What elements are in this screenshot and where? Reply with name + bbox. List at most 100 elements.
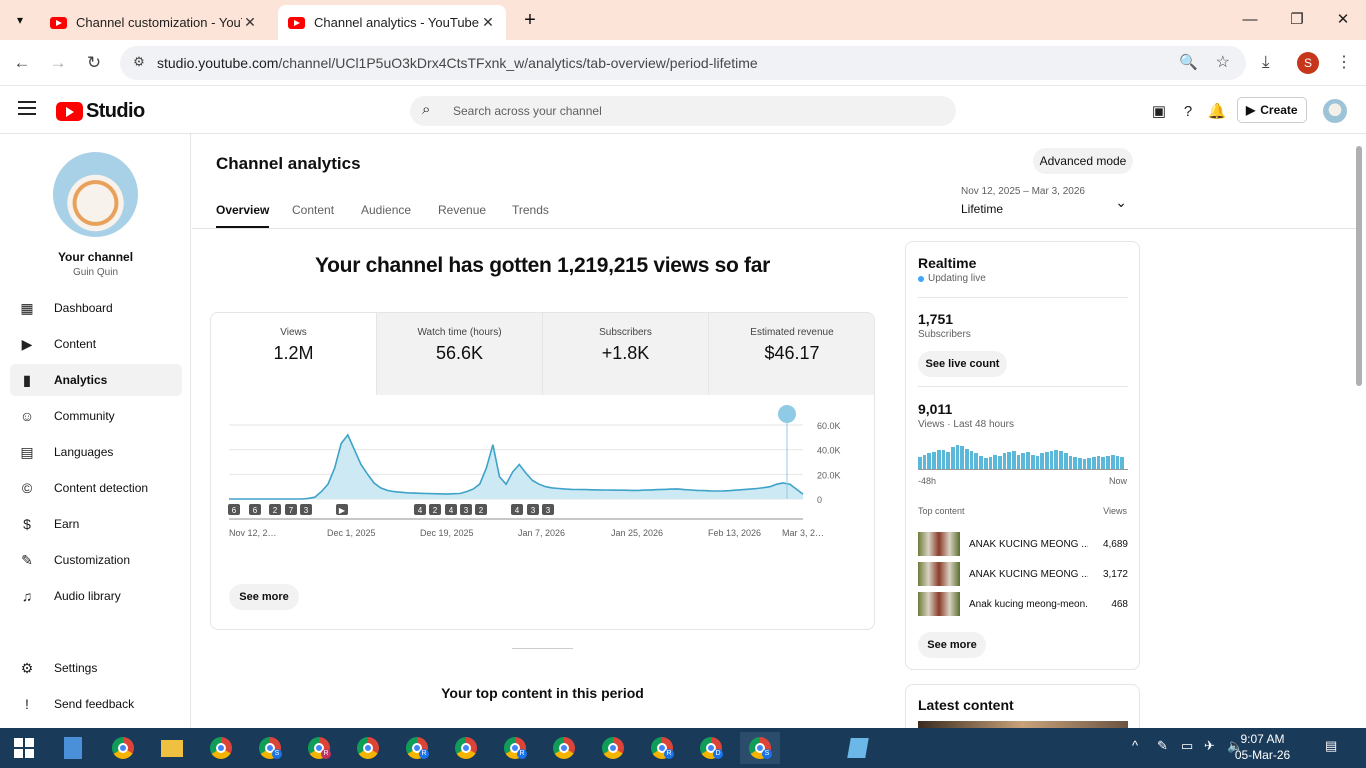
chrome-icon bbox=[112, 737, 134, 759]
close-tab-icon[interactable]: ✕ bbox=[480, 14, 496, 31]
sidebar-item-audio-library[interactable]: ♫ Audio library bbox=[10, 580, 182, 612]
latest-content-title: Latest content bbox=[918, 697, 1014, 713]
sidebar-item-languages[interactable]: ▤ Languages bbox=[10, 436, 182, 468]
sidebar-item-feedback[interactable]: ! Send feedback bbox=[10, 688, 182, 720]
sidebar-item-analytics[interactable]: ▮ Analytics bbox=[10, 364, 182, 396]
reload-button[interactable]: ↻ bbox=[82, 51, 106, 75]
chrome-taskbar-icon[interactable]: S bbox=[740, 732, 780, 764]
file-explorer-icon[interactable] bbox=[152, 732, 192, 764]
sidebar-item-dashboard[interactable]: ▦ Dashboard bbox=[10, 292, 182, 324]
show-hidden-icons-icon[interactable]: ^ bbox=[1132, 738, 1138, 753]
search-input[interactable]: ⌕ Search across your channel bbox=[410, 96, 956, 126]
advanced-mode-button[interactable]: Advanced mode bbox=[1033, 148, 1133, 174]
battery-icon[interactable]: ▭ bbox=[1181, 738, 1193, 754]
chrome-taskbar-icon[interactable] bbox=[103, 732, 143, 764]
chrome-taskbar-icon[interactable] bbox=[348, 732, 388, 764]
profile-avatar[interactable]: S bbox=[1297, 52, 1319, 74]
network-icon[interactable]: ✈ bbox=[1204, 738, 1215, 754]
site-info-icon[interactable]: ⚙ bbox=[130, 54, 148, 72]
see-more-button[interactable]: See more bbox=[229, 584, 299, 610]
realtime-axis bbox=[918, 469, 1128, 470]
scrollbar[interactable] bbox=[1356, 146, 1362, 386]
video-marker-label: 3 bbox=[546, 506, 551, 515]
sidebar-item-community[interactable]: ☺ Community bbox=[10, 400, 182, 432]
period-selector[interactable]: Nov 12, 2025 – Mar 3, 2026 Lifetime ⌄ bbox=[961, 186, 1133, 216]
realtime-bar bbox=[1068, 455, 1073, 469]
views-chart[interactable]: 60.0K 40.0K 20.0K 0 6 6 2 7 3 ▶ 4 2 4 3 2 4 3 3 Nov 12, 2…… bbox=[211, 395, 874, 585]
sidebar-item-content[interactable]: ▶ Content bbox=[10, 328, 182, 360]
x-tick-label: Jan 25, 2026 bbox=[611, 528, 663, 538]
realtime-views-bars[interactable] bbox=[918, 445, 1124, 469]
menu-icon[interactable] bbox=[18, 101, 36, 115]
pen-icon[interactable]: ✎ bbox=[1157, 738, 1168, 754]
tab-audience[interactable]: Audience bbox=[361, 203, 411, 217]
realtime-bar bbox=[1092, 457, 1096, 469]
studio-logo[interactable]: Studio bbox=[56, 100, 145, 123]
taskbar-clock[interactable]: 9:07 AM 05-Mar-26 bbox=[1225, 731, 1300, 763]
live-dot-icon bbox=[918, 275, 924, 282]
tab-overview[interactable]: Overview bbox=[216, 203, 270, 228]
minimize-button[interactable]: — bbox=[1235, 8, 1265, 32]
chrome-taskbar-icon[interactable]: R bbox=[299, 732, 339, 764]
downloads-icon[interactable]: ⤓ bbox=[1262, 52, 1270, 72]
forward-button[interactable]: → bbox=[46, 51, 70, 75]
notifications-icon[interactable]: 🔔 bbox=[1207, 102, 1227, 122]
browser-tab-customization[interactable]: Channel customization - YouTube Studio ✕ bbox=[40, 5, 268, 40]
see-live-count-button[interactable]: See live count bbox=[918, 351, 1007, 377]
list-item[interactable]: Anak kucing meong-meon... 468 bbox=[918, 592, 1128, 616]
realtime-bar bbox=[1073, 457, 1077, 469]
chrome-taskbar-icon[interactable]: R bbox=[397, 732, 437, 764]
channel-title[interactable]: Your channel bbox=[0, 250, 191, 264]
list-item[interactable]: ANAK KUCING MEONG ... 3,172 bbox=[918, 562, 1128, 586]
browser-menu-icon[interactable]: ⋮ bbox=[1336, 52, 1352, 72]
help-icon[interactable]: ? bbox=[1178, 102, 1198, 122]
chrome-taskbar-icon[interactable] bbox=[446, 732, 486, 764]
sidebar-item-settings[interactable]: ⚙ Settings bbox=[10, 652, 182, 684]
chrome-taskbar-icon[interactable] bbox=[201, 732, 241, 764]
sidebar-item-content-detection[interactable]: © Content detection bbox=[10, 472, 182, 504]
views-column-label: Views bbox=[1103, 506, 1127, 516]
metric-subscribers[interactable]: Subscribers +1.8K bbox=[543, 313, 709, 395]
chrome-taskbar-icon[interactable]: R bbox=[642, 732, 682, 764]
tab-content[interactable]: Content bbox=[292, 203, 334, 217]
chrome-taskbar-icon[interactable] bbox=[593, 732, 633, 764]
url-path: /channel/UCl1P5uO3kDrx4CtsTFxnk_w/analyt… bbox=[278, 55, 758, 71]
profile-badge: R bbox=[664, 749, 674, 759]
video-marker-label: 4 bbox=[515, 506, 520, 515]
metric-views[interactable]: Views 1.2M bbox=[211, 313, 377, 395]
tab-trends[interactable]: Trends bbox=[512, 203, 549, 217]
close-window-button[interactable]: ✕ bbox=[1328, 8, 1358, 32]
account-avatar[interactable] bbox=[1323, 99, 1347, 123]
new-tab-button[interactable]: + bbox=[518, 8, 542, 32]
chrome-taskbar-icon[interactable]: R bbox=[495, 732, 535, 764]
bookmark-star-icon[interactable]: ☆ bbox=[1216, 52, 1230, 72]
metric-watch-time[interactable]: Watch time (hours) 56.6K bbox=[377, 313, 543, 395]
realtime-see-more-button[interactable]: See more bbox=[918, 632, 986, 658]
back-button[interactable]: ← bbox=[10, 51, 34, 75]
list-item[interactable]: ANAK KUCING MEONG ... 4,689 bbox=[918, 532, 1128, 556]
tab-revenue[interactable]: Revenue bbox=[438, 203, 486, 217]
create-button[interactable]: ▶ Create bbox=[1237, 97, 1307, 123]
zoom-icon[interactable]: 🔍 bbox=[1179, 53, 1198, 71]
chrome-taskbar-icon[interactable]: D bbox=[691, 732, 731, 764]
chrome-taskbar-icon[interactable] bbox=[544, 732, 584, 764]
notes-app-icon[interactable] bbox=[838, 732, 878, 764]
tab-search-button[interactable]: ▾ bbox=[8, 8, 32, 32]
realtime-card: Realtime Updating live 1,751 Subscribers… bbox=[905, 241, 1140, 670]
sidebar-item-customization[interactable]: ✎ Customization bbox=[10, 544, 182, 576]
sidebar-item-earn[interactable]: $ Earn bbox=[10, 508, 182, 540]
notifications-center-icon[interactable]: ▤ bbox=[1325, 738, 1337, 754]
channel-avatar[interactable] bbox=[53, 152, 138, 237]
views-headline: Your channel has gotten 1,219,215 views … bbox=[315, 254, 770, 277]
close-tab-icon[interactable]: ✕ bbox=[242, 14, 258, 31]
windows-start-icon[interactable] bbox=[14, 738, 34, 758]
calculator-icon[interactable] bbox=[53, 732, 93, 764]
browser-tab-analytics[interactable]: Channel analytics - YouTube Studio ✕ bbox=[278, 5, 506, 40]
chrome-taskbar-icon[interactable]: S bbox=[250, 732, 290, 764]
metric-revenue[interactable]: Estimated revenue $46.17 bbox=[709, 313, 874, 395]
message-icon[interactable]: ▣ bbox=[1149, 102, 1169, 122]
omnibox[interactable]: ⚙ studio.youtube.com/channel/UCl1P5uO3kD… bbox=[120, 46, 1246, 80]
channel-name: Guin Quin bbox=[72, 267, 119, 278]
restore-button[interactable]: ❐ bbox=[1282, 8, 1312, 32]
browser-tab-bar: ▾ Channel customization - YouTube Studio… bbox=[0, 0, 1366, 40]
